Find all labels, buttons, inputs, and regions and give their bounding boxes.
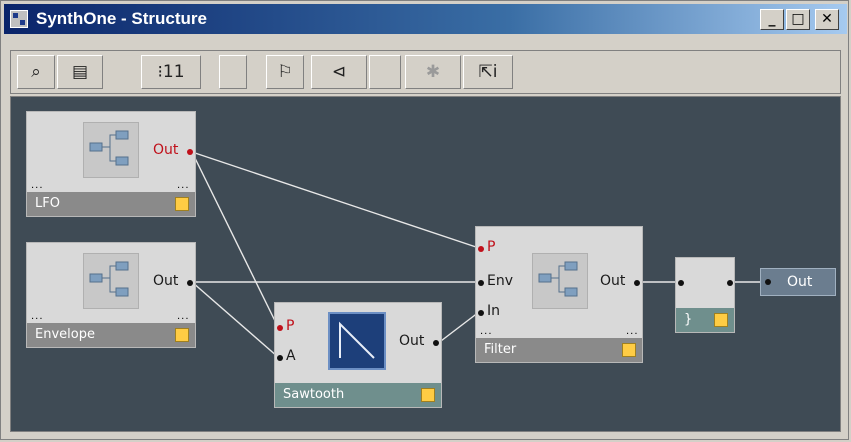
output-label: Out bbox=[787, 274, 813, 290]
toolbar: ⌕ ▤ ⁝11 ⚐ ⊲ ✱ ⇱i bbox=[10, 50, 841, 94]
sawtooth-a-pin[interactable] bbox=[277, 355, 283, 361]
output-terminal[interactable]: Out bbox=[760, 268, 836, 296]
lfo-footer: LFO bbox=[27, 192, 195, 216]
envelope-module[interactable]: Out ... ... Envelope bbox=[26, 242, 196, 348]
envelope-ellipsis-left: ... bbox=[31, 311, 44, 322]
network-icon bbox=[83, 122, 139, 178]
info-cursor-icon: ⇱i bbox=[478, 62, 498, 82]
debug-button[interactable]: ✱ bbox=[405, 55, 461, 89]
scope-footer: } bbox=[676, 308, 734, 332]
sawtooth-wave-icon bbox=[328, 312, 386, 370]
filter-footer: Filter bbox=[476, 338, 642, 362]
window-title: SynthOne - Structure bbox=[36, 9, 207, 28]
lfo-ellipsis-right: ... bbox=[177, 180, 190, 191]
filter-ellipsis-right: ... bbox=[626, 326, 639, 337]
overview-icon: ▤ bbox=[71, 62, 89, 82]
info-cursor-button[interactable]: ⇱i bbox=[463, 55, 513, 89]
bug-icon: ✱ bbox=[425, 62, 441, 82]
synth-structure-window: SynthOne - Structure _ □ ✕ ⌕ ▤ ⁝11 ⚐ ⊲ ✱… bbox=[0, 0, 849, 440]
envelope-led[interactable] bbox=[175, 328, 189, 342]
numeric-view-button[interactable]: ⁝11 bbox=[141, 55, 201, 89]
sawtooth-out-label: Out bbox=[399, 333, 425, 349]
filter-ellipsis-left: ... bbox=[480, 326, 493, 337]
network-icon bbox=[83, 253, 139, 309]
sawtooth-footer: Sawtooth bbox=[275, 383, 441, 407]
magnifier-icon: ⌕ bbox=[31, 62, 41, 82]
envelope-ellipsis-right: ... bbox=[177, 311, 190, 322]
filter-p-pin[interactable] bbox=[478, 246, 484, 252]
maximize-button[interactable]: □ bbox=[786, 9, 810, 30]
lfo-led[interactable] bbox=[175, 197, 189, 211]
scope-led[interactable] bbox=[714, 313, 728, 327]
scope-in-pin[interactable] bbox=[678, 280, 684, 286]
sawtooth-p-pin[interactable] bbox=[277, 325, 283, 331]
sawtooth-out-pin[interactable] bbox=[433, 340, 439, 346]
network-icon bbox=[532, 253, 588, 309]
filter-led[interactable] bbox=[622, 343, 636, 357]
lfo-name: LFO bbox=[35, 196, 60, 211]
envelope-footer: Envelope bbox=[27, 323, 195, 347]
zoom-fit-button[interactable]: ⌕ bbox=[17, 55, 55, 89]
sawtooth-name: Sawtooth bbox=[283, 387, 345, 402]
toolbar-spacer bbox=[219, 55, 247, 89]
envelope-name: Envelope bbox=[35, 327, 95, 342]
flag-button[interactable]: ⚐ bbox=[266, 55, 304, 89]
sawtooth-led[interactable] bbox=[421, 388, 435, 402]
title-bar[interactable]: SynthOne - Structure _ □ ✕ bbox=[4, 4, 847, 34]
route-icon: ⊲ bbox=[331, 62, 347, 82]
filter-in-label: In bbox=[487, 303, 501, 319]
close-button[interactable]: ✕ bbox=[815, 9, 839, 30]
wire-saw-filter-in bbox=[436, 311, 480, 345]
numeric-icon: ⁝11 bbox=[157, 62, 185, 82]
wire-lfo-filter-p bbox=[191, 151, 480, 249]
filter-env-pin[interactable] bbox=[478, 280, 484, 286]
scope-name: } bbox=[684, 312, 693, 327]
lfo-module[interactable]: Out ... ... LFO bbox=[26, 111, 196, 217]
filter-out-label: Out bbox=[600, 273, 626, 289]
minimize-button[interactable]: _ bbox=[760, 9, 784, 30]
flag-icon: ⚐ bbox=[277, 62, 293, 82]
sawtooth-module[interactable]: P A Out Sawtooth bbox=[274, 302, 442, 408]
scope-module[interactable]: } bbox=[675, 257, 735, 333]
lfo-out-label: Out bbox=[153, 142, 179, 158]
envelope-out-label: Out bbox=[153, 273, 179, 289]
toolbar-spacer-2 bbox=[369, 55, 401, 89]
output-in-pin[interactable] bbox=[765, 279, 771, 285]
lfo-ellipsis-left: ... bbox=[31, 180, 44, 191]
filter-out-pin[interactable] bbox=[634, 280, 640, 286]
envelope-out-pin[interactable] bbox=[187, 280, 193, 286]
lfo-out-pin[interactable] bbox=[187, 149, 193, 155]
wire-env-saw-a bbox=[191, 281, 279, 358]
structure-canvas[interactable]: Out ... ... LFO Out ... ... Envelope P A… bbox=[10, 96, 841, 432]
filter-in-pin[interactable] bbox=[478, 310, 484, 316]
filter-module[interactable]: P Env In Out ... ... Filter bbox=[475, 226, 643, 363]
route-button[interactable]: ⊲ bbox=[311, 55, 367, 89]
app-icon[interactable] bbox=[10, 10, 28, 28]
filter-p-label: P bbox=[487, 239, 496, 255]
wire-lfo-saw-p bbox=[191, 151, 279, 328]
sawtooth-a-label: A bbox=[286, 348, 296, 364]
overview-button[interactable]: ▤ bbox=[57, 55, 103, 89]
scope-out-pin[interactable] bbox=[727, 280, 733, 286]
filter-env-label: Env bbox=[487, 273, 514, 289]
sawtooth-p-label: P bbox=[286, 318, 295, 334]
filter-name: Filter bbox=[484, 342, 517, 357]
